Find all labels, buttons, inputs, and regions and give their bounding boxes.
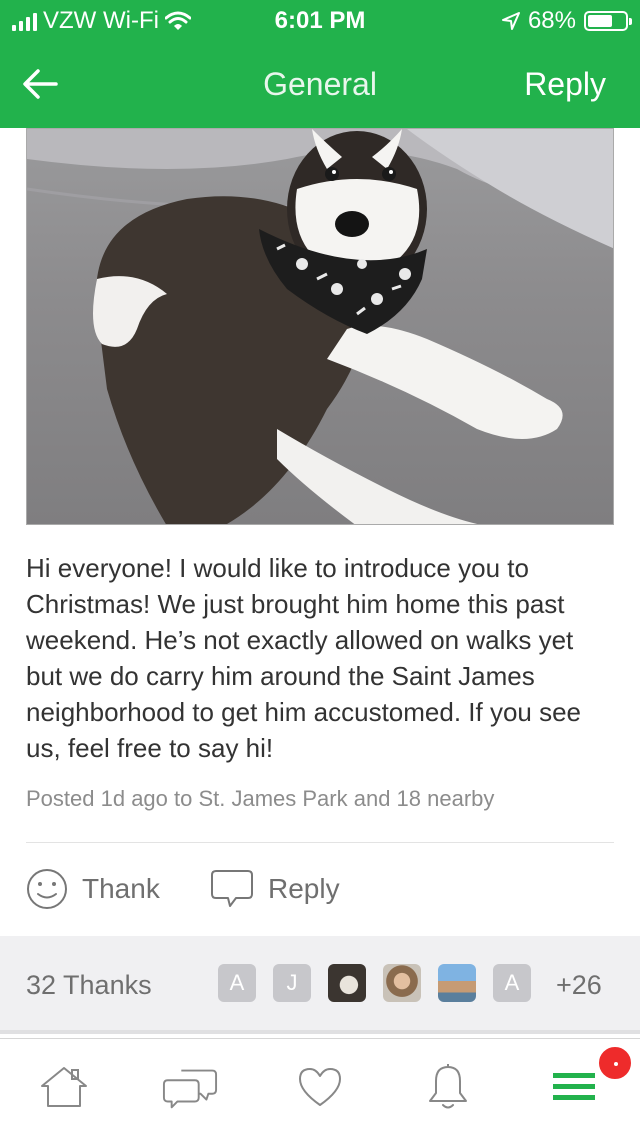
messages-icon [162, 1069, 218, 1109]
post-meta[interactable]: Posted 1d ago to St. James Park and 18 n… [26, 786, 494, 812]
status-right: 68% [501, 7, 632, 35]
reply-button[interactable]: Reply [524, 66, 606, 103]
bell-icon [429, 1064, 467, 1109]
thank-label: Thank [82, 873, 160, 904]
heart-icon [299, 1068, 341, 1106]
puppy-illustration [27, 129, 613, 524]
home-icon [41, 1067, 87, 1107]
avatar-photo[interactable] [383, 964, 421, 1002]
puppy-photo[interactable] [26, 128, 614, 525]
nav-bar: General Reply [0, 40, 640, 128]
battery-percent: 68% [527, 7, 576, 34]
menu-icon [553, 1073, 595, 1100]
tab-favorites[interactable] [292, 1061, 348, 1113]
tab-bar [0, 1038, 640, 1136]
tab-home[interactable] [36, 1061, 92, 1113]
post-body: Hi everyone! I would like to introduce y… [26, 553, 582, 763]
avatar[interactable]: A [218, 964, 256, 1002]
thanks-count[interactable]: 32 Thanks [26, 970, 152, 1001]
thank-button[interactable]: Thank [26, 868, 160, 910]
notification-badge [597, 1045, 633, 1081]
battery-icon [584, 11, 632, 31]
avatar[interactable]: J [273, 964, 311, 1002]
battery-level [588, 15, 613, 27]
tab-messages[interactable] [162, 1061, 218, 1113]
avatar-photo[interactable] [328, 964, 366, 1002]
reply-action-button[interactable]: Reply [210, 868, 340, 910]
divider [26, 842, 614, 843]
thanks-avatars: A J A [218, 964, 531, 1002]
thanks-more[interactable]: +26 [556, 970, 602, 1001]
tab-notifications[interactable] [420, 1061, 476, 1113]
avatar[interactable]: A [493, 964, 531, 1002]
status-bar: VZW Wi-Fi 6:01 PM 68% [0, 0, 640, 40]
tab-menu[interactable] [546, 1061, 602, 1113]
avatar-photo[interactable] [438, 964, 476, 1002]
location-arrow-icon [501, 12, 520, 30]
smiley-icon [27, 869, 67, 909]
thanks-row[interactable]: 32 Thanks A J A +26 [0, 936, 640, 1034]
reply-action-label: Reply [268, 873, 340, 904]
speech-bubble-icon [211, 870, 253, 907]
